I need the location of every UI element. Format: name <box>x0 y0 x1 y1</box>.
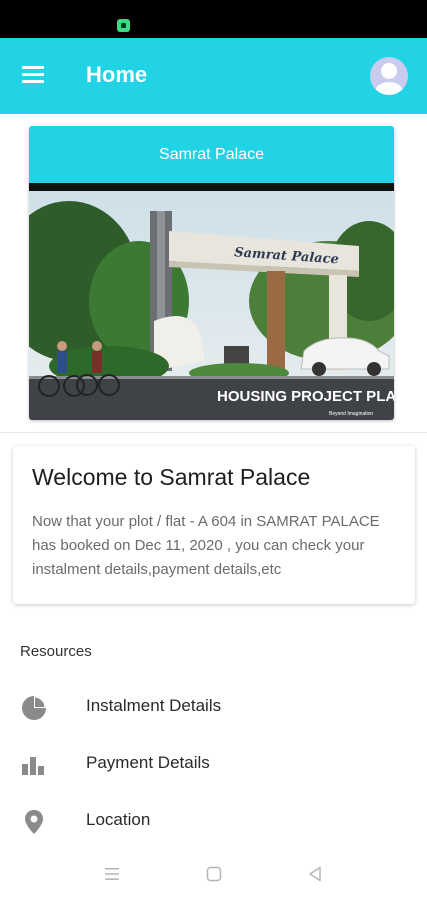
app-bar: Home <box>0 38 427 114</box>
banner-headline: HOUSING PROJECT PLAN <box>217 388 394 405</box>
bar-chart-icon <box>22 757 44 775</box>
instalment-details-item[interactable]: Instalment Details <box>0 682 427 732</box>
notification-icon <box>117 19 130 32</box>
status-bar <box>0 0 427 38</box>
payment-details-label: Payment Details <box>86 753 210 772</box>
pie-chart-icon <box>22 696 46 720</box>
location-item[interactable]: Location <box>0 796 427 846</box>
account-circle-icon[interactable] <box>370 57 408 95</box>
welcome-card: Welcome to Samrat Palace Now that your p… <box>13 446 415 604</box>
project-image: Samrat Palace HOUSING PROJECT PLAN Beyon… <box>29 191 394 420</box>
instalment-details-label: Instalment Details <box>86 696 222 715</box>
location-label: Location <box>86 810 151 829</box>
recent-apps-icon[interactable] <box>104 866 120 882</box>
back-icon[interactable] <box>307 866 323 882</box>
resources-heading: Resources <box>20 643 92 660</box>
home-icon[interactable] <box>206 866 222 882</box>
menu-icon[interactable] <box>22 66 44 84</box>
project-banner-card[interactable]: Samrat Palace Samrat Palace HOUSING PROJ… <box>29 126 394 420</box>
banner-title: Samrat Palace <box>29 126 394 183</box>
page-title: Home <box>86 62 148 87</box>
payment-details-item[interactable]: Payment Details <box>0 739 427 789</box>
banner-tagline: Beyond Imagination <box>329 411 373 417</box>
location-pin-icon <box>25 810 43 834</box>
system-nav-bar <box>0 850 427 900</box>
divider <box>0 432 427 433</box>
welcome-title: Welcome to Samrat Palace <box>32 464 311 490</box>
welcome-message: Now that your plot / flat - A 604 in SAM… <box>32 513 380 578</box>
